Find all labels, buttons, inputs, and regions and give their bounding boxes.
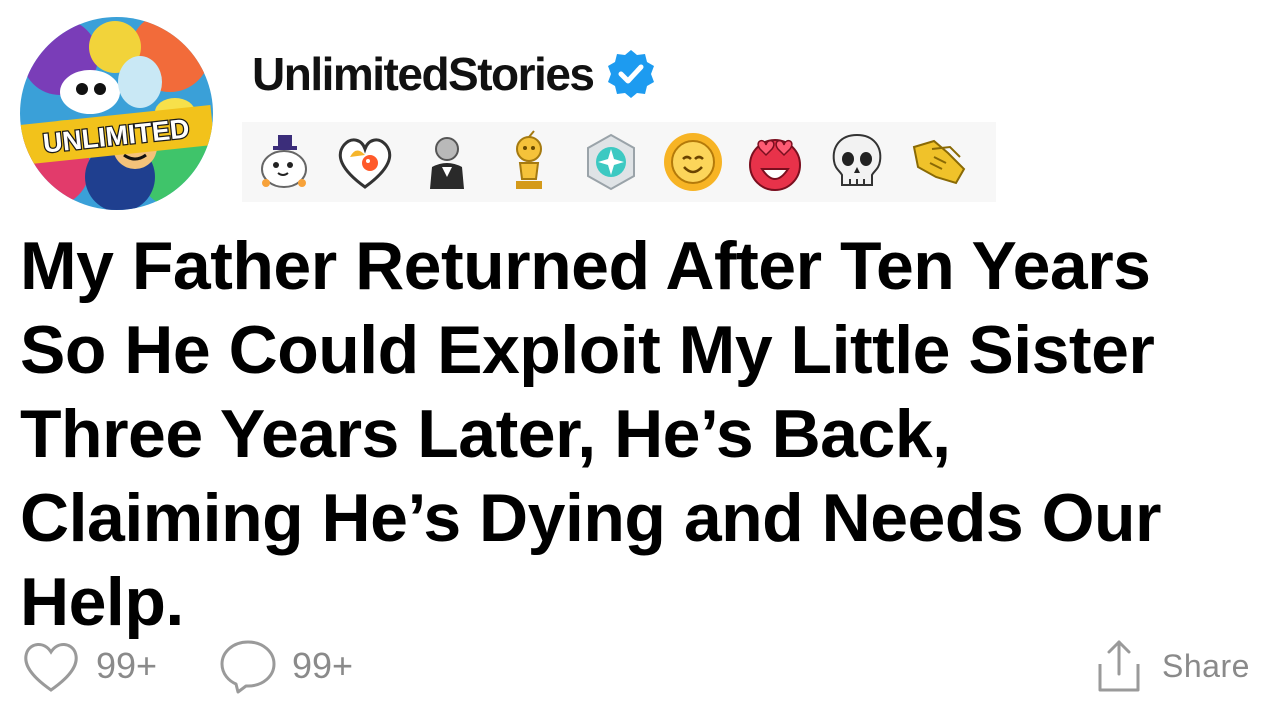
share-upload-icon — [1098, 640, 1140, 692]
awards-bar — [242, 122, 996, 202]
gem-hexagon-award-icon[interactable] — [576, 127, 646, 197]
post-title-line: Help. — [20, 564, 184, 640]
like-button[interactable]: 99+ — [20, 636, 157, 696]
share-button[interactable]: Share — [1096, 636, 1250, 696]
skull-award-icon[interactable] — [822, 127, 892, 197]
like-count: 99+ — [96, 645, 158, 686]
silver-statue-award-icon[interactable] — [412, 127, 482, 197]
comment-bubble-icon — [220, 640, 276, 694]
comment-button[interactable]: 99+ — [218, 636, 353, 696]
heart-eyes-award-icon[interactable] — [740, 127, 810, 197]
smiling-sun-award-icon[interactable] — [658, 127, 728, 197]
heart-icon — [24, 643, 78, 692]
avatar-image: UNLIMITED — [20, 17, 213, 210]
wholesome-seal-award-icon[interactable] — [248, 127, 318, 197]
post-title-line: Three Years Later, He’s Back, — [20, 396, 951, 472]
heartwarming-award-icon[interactable] — [330, 127, 400, 197]
post-title-line: So He Could Exploit My Little Sister — [20, 312, 1155, 388]
comment-count: 99+ — [292, 645, 354, 686]
post-title-line: Claiming He’s Dying and Needs Our — [20, 480, 1162, 556]
avatar[interactable]: UNLIMITED — [20, 17, 213, 210]
post-author[interactable]: UnlimitedStories — [252, 44, 658, 104]
post-title-line: My Father Returned After Ten Years — [20, 228, 1151, 304]
handshake-award-icon[interactable] — [904, 127, 974, 197]
post-title: My Father Returned After Ten Years So He… — [20, 224, 1265, 644]
verified-badge-icon — [607, 50, 654, 98]
action-bar: 99+ 99+ Share — [0, 636, 1280, 700]
username[interactable]: UnlimitedStories — [252, 47, 595, 101]
gold-trophy-award-icon[interactable] — [494, 127, 564, 197]
share-label: Share — [1162, 647, 1250, 684]
